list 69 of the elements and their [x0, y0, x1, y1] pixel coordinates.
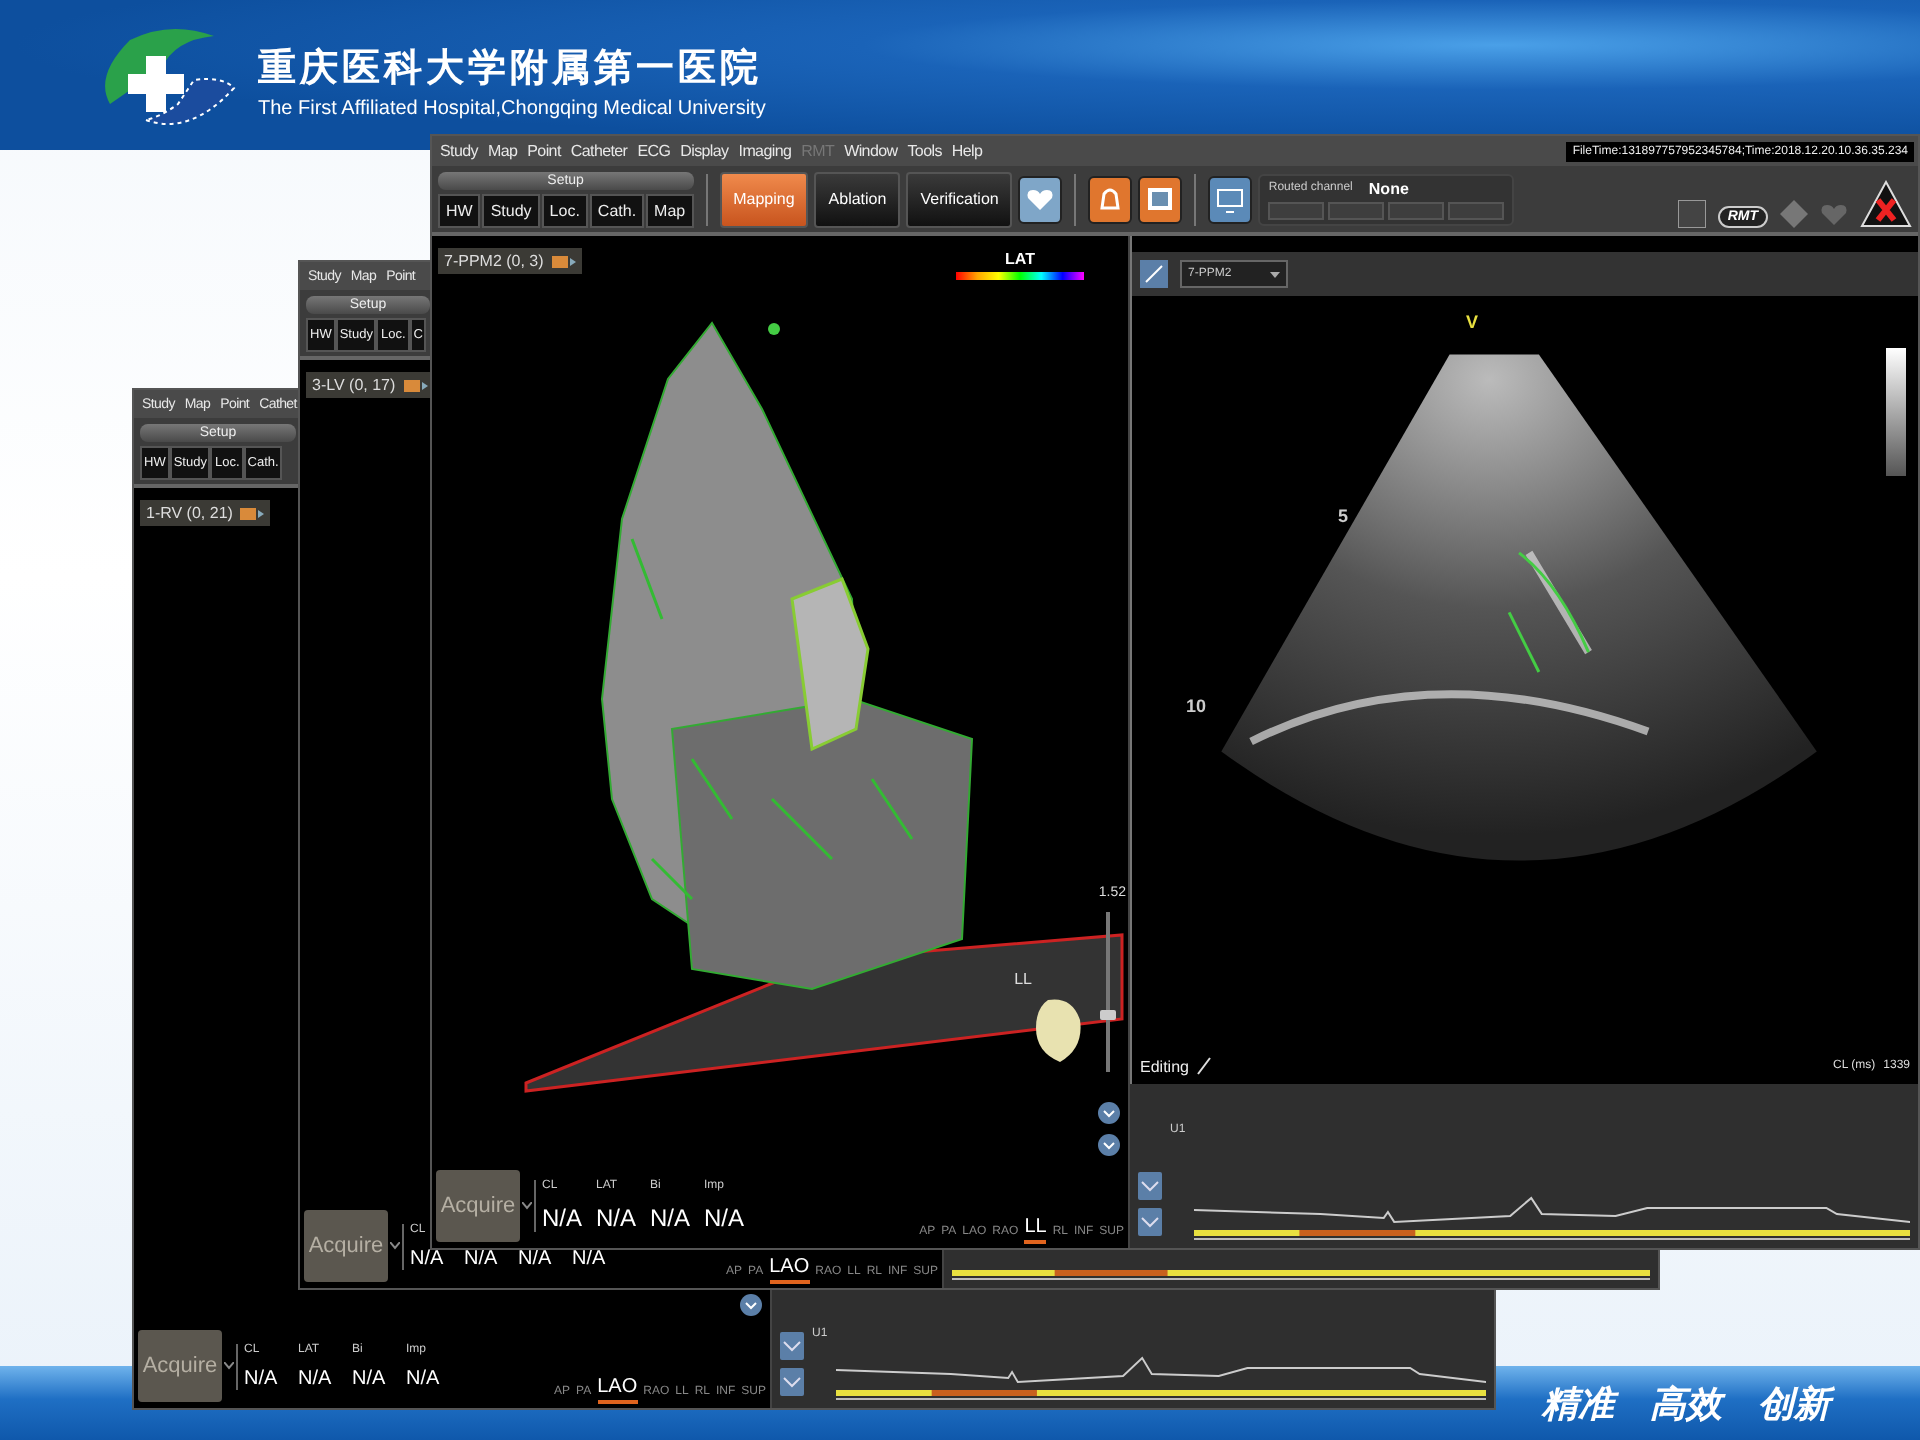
menu-item[interactable]: Point	[527, 142, 561, 160]
mode-tab[interactable]: Ablation	[814, 171, 901, 227]
measure-value: N/A	[406, 1367, 442, 1389]
scroll-down-icon[interactable]	[740, 1294, 762, 1316]
measure-value: N/A	[352, 1367, 388, 1389]
editing-label: Editing	[1140, 1057, 1189, 1075]
measure-value: N/A	[464, 1247, 500, 1269]
heart-orientation-icon	[1032, 996, 1084, 1064]
device-status-icon[interactable]	[1780, 200, 1808, 228]
menu-item[interactable]: Help	[951, 142, 983, 160]
probe-marker: V	[1466, 312, 1479, 332]
monitor-status-icon[interactable]	[1677, 200, 1706, 228]
mode-tab[interactable]: Verification	[906, 171, 1013, 227]
setup-tab-button[interactable]: Map	[646, 193, 694, 227]
hospital-name: 重庆医科大学附属第一医院	[258, 45, 764, 94]
map-title: 1-RV (0, 21)	[146, 504, 233, 522]
hospital-name-english: The First Affiliated Hospital,Chongqing Medical University	[258, 98, 766, 120]
menu-item[interactable]: Imaging	[738, 142, 792, 160]
measure-value: N/A	[518, 1247, 554, 1269]
menu-item[interactable]: Catheter	[570, 142, 628, 160]
measure-value: N/A	[410, 1247, 446, 1269]
map-title: 7-PPM2 (0, 3)	[444, 252, 544, 270]
measure-value: N/A	[244, 1367, 280, 1389]
view-button[interactable]: LL	[1024, 1216, 1047, 1244]
caret-icon[interactable]	[1270, 271, 1280, 277]
monitor-icon[interactable]	[1208, 175, 1253, 223]
menu-item[interactable]: Tools	[907, 142, 942, 160]
setup-tab-button[interactable]: Cath.	[589, 193, 645, 227]
slogan-text: 精准	[1542, 1379, 1614, 1427]
setup-tab-button[interactable]: Study	[482, 193, 540, 227]
menu-item[interactable]: ECG	[637, 142, 671, 160]
setup-tab-button[interactable]: Loc.	[541, 193, 588, 227]
depth-label: 5	[1338, 506, 1349, 526]
legend-title: LAT	[1005, 250, 1035, 268]
color-scale-bar	[956, 272, 1084, 280]
slogan-text: 高效	[1650, 1381, 1722, 1427]
pencil-tool-icon[interactable]	[1140, 260, 1168, 288]
slogan-text: 创新	[1758, 1379, 1830, 1427]
map-title: 3-LV (0, 17)	[312, 376, 396, 394]
camera-icon[interactable]	[551, 253, 576, 269]
measure-value: N/A	[650, 1204, 693, 1232]
measure-value: N/A	[572, 1247, 608, 1269]
caret-icon[interactable]	[522, 1202, 532, 1210]
measure-value: N/A	[704, 1204, 747, 1232]
menu-item[interactable]: Study	[440, 142, 478, 160]
image-settings-icon[interactable]	[1138, 175, 1183, 223]
bell-icon[interactable]	[1088, 175, 1133, 223]
menu-item[interactable]: Display	[680, 142, 729, 160]
scroll-down-icon[interactable]	[1098, 1102, 1120, 1124]
camera-icon[interactable]	[240, 505, 265, 521]
orientation-label: LL	[1014, 970, 1032, 988]
measure-value: N/A	[596, 1204, 639, 1232]
pencil-icon[interactable]	[1196, 1056, 1213, 1076]
menu-item[interactable]: Map	[487, 142, 518, 160]
measure-value: N/A	[298, 1367, 334, 1389]
caret-icon[interactable]	[224, 1362, 234, 1370]
routed-channel-value: None	[1368, 179, 1409, 197]
caret-icon[interactable]	[390, 1242, 400, 1250]
view-button[interactable]: LAO	[769, 1256, 810, 1284]
depth-label: 10	[1186, 696, 1207, 716]
camera-icon[interactable]	[403, 377, 428, 393]
menu-item[interactable]: Window	[844, 142, 898, 160]
setup-tab-button[interactable]: HW	[438, 193, 481, 227]
grayscale-bar-icon	[1886, 348, 1906, 476]
slider-thumb[interactable]	[1100, 1010, 1116, 1020]
measure-value: N/A	[542, 1204, 585, 1232]
view-button[interactable]: LAO	[597, 1376, 638, 1404]
scroll-down-icon[interactable]	[1098, 1134, 1120, 1156]
warning-triangle-icon[interactable]	[1860, 180, 1912, 228]
